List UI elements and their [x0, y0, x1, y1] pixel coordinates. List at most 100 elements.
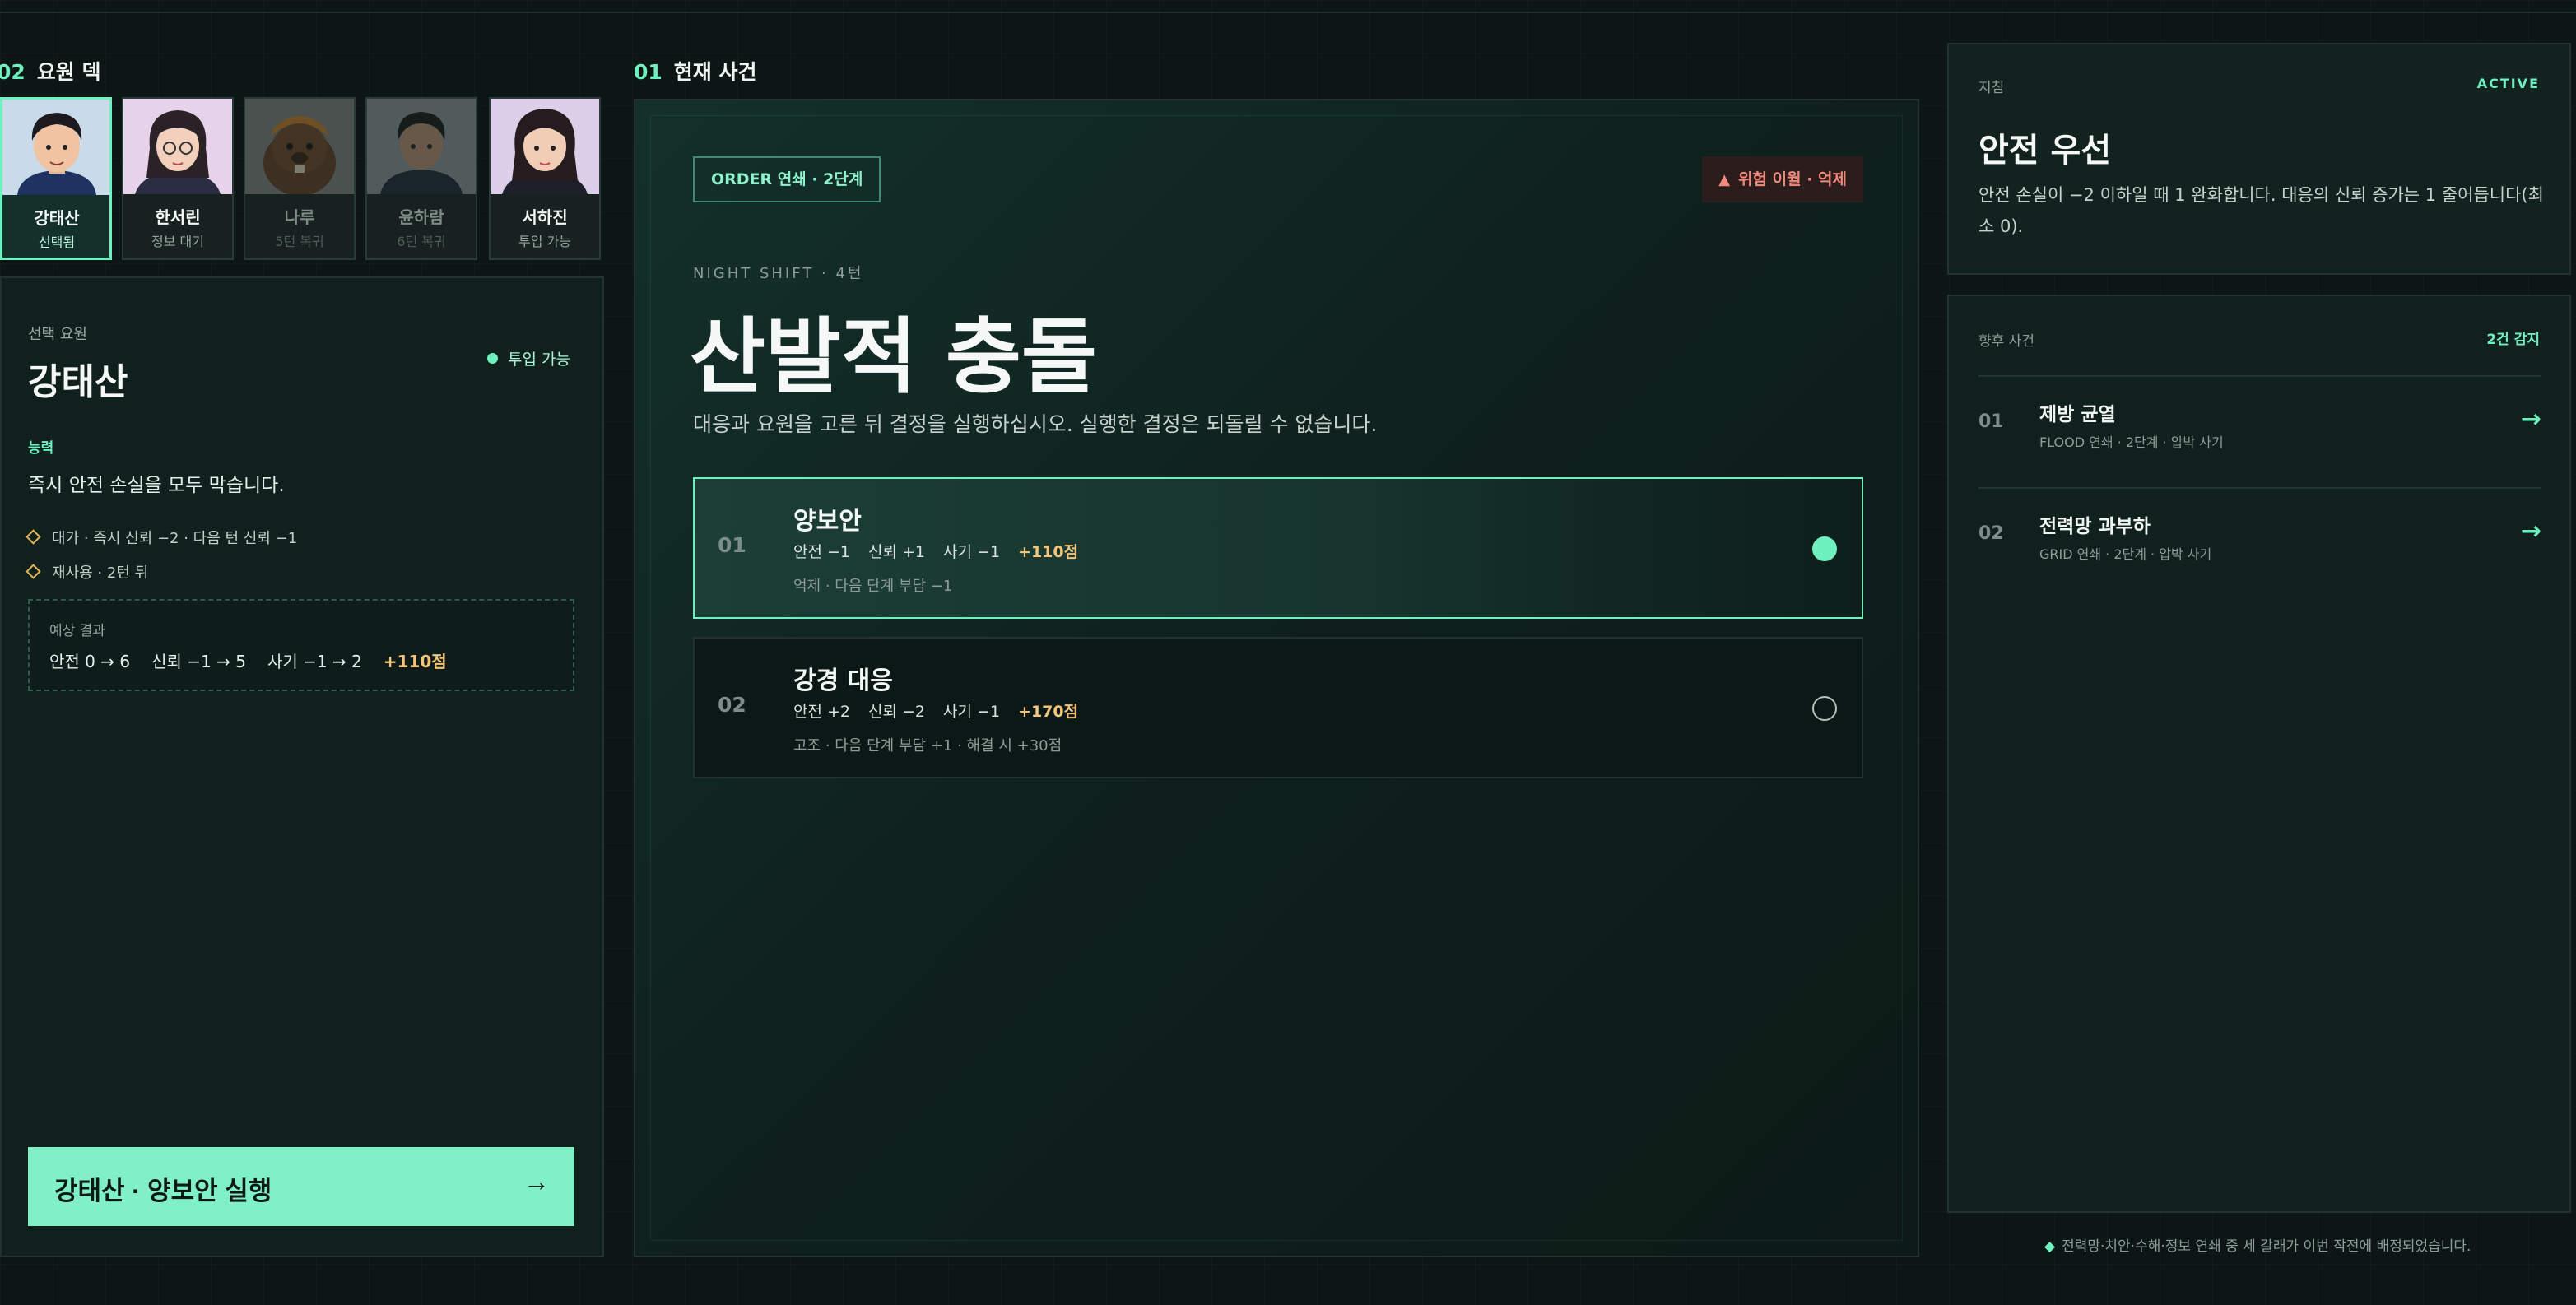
- agent-status: 선택됨: [38, 235, 76, 250]
- selected-agent-name: 강태산: [28, 361, 128, 403]
- expected-morale: 사기 −1 → 2: [267, 652, 362, 671]
- agent-card-yunharam[interactable]: 윤하람 6턴 복귀: [365, 97, 477, 260]
- option-number: 02: [718, 693, 746, 717]
- directive-title: 안전 우선: [1978, 132, 2112, 170]
- ability-reuse: 재사용 · 2턴 뒤: [26, 561, 149, 583]
- availability-text: 투입 가능: [508, 351, 570, 369]
- option-note: 고조 · 다음 단계 부담 +1 · 해결 시 +30점: [793, 737, 1062, 755]
- expected-safety: 안전 0 → 6: [49, 652, 131, 671]
- shift-turn-label: NIGHT SHIFT · 4턴: [693, 265, 864, 282]
- incident-header: 01 현재 사건: [634, 56, 757, 86]
- agent-card-naru[interactable]: 나루 5턴 복귀: [244, 97, 356, 260]
- agent-name: 윤하람: [398, 207, 444, 227]
- incident-description: 대응과 요원을 고른 뒤 결정을 실행하십시오. 실행한 결정은 되돌릴 수 없…: [693, 412, 1378, 436]
- execute-decision-button[interactable]: 강태산 · 양보안 실행 →: [28, 1147, 574, 1226]
- agent-card-kangtaesan[interactable]: 강태산 선택됨: [0, 97, 112, 260]
- ability-description: 즉시 안전 손실을 모두 막습니다.: [28, 475, 285, 496]
- option-number: 01: [718, 533, 746, 557]
- future-item-name: 전력망 과부하: [2039, 516, 2151, 537]
- selected-agent-label: 선택 요원: [28, 326, 87, 343]
- agent-availability: 투입 가능: [487, 347, 570, 369]
- option-stats: 안전 −1 신뢰 +1 사기 −1 +110점: [793, 540, 1096, 562]
- current-incident-panel: ORDER 연쇄 · 2단계 ▲ 위험 이월 · 억제 NIGHT SHIFT ·…: [634, 99, 1919, 1257]
- order-chain-tag: ORDER 연쇄 · 2단계: [693, 156, 881, 202]
- agent-name: 서하진: [522, 207, 568, 227]
- option-stat: 사기 −1: [943, 543, 1001, 561]
- incident-section-title: 현재 사건: [673, 60, 757, 84]
- warning-triangle-icon: ▲: [1718, 171, 1731, 188]
- diamond-icon: ◆: [2044, 1238, 2056, 1255]
- diamond-icon: [26, 564, 41, 579]
- future-label: 향후 사건: [1978, 333, 2034, 350]
- incident-section-num: 01: [634, 60, 663, 84]
- footnote-text: 전력망·치안·수해·정보 연쇄 중 세 갈래가 이번 작전에 배정되었습니다.: [2062, 1238, 2471, 1255]
- reuse-text: 재사용 · 2턴 뒤: [52, 564, 149, 582]
- agent-portrait: [245, 99, 354, 194]
- option-points: +170점: [1018, 703, 1079, 721]
- arrow-right-icon: →: [523, 1167, 550, 1196]
- agent-detail-panel: 선택 요원 강태산 투입 가능 능력 즉시 안전 손실을 모두 막습니다. 대가…: [0, 276, 604, 1257]
- future-item-sub: GRID 연쇄 · 2단계 · 압박 사기: [2039, 546, 2212, 562]
- agent-name: 나루: [284, 207, 315, 227]
- expected-result-label: 예상 결과: [49, 623, 105, 639]
- option-note: 억제 · 다음 단계 부담 −1: [793, 578, 953, 595]
- risk-carryover-tag: ▲ 위험 이월 · 억제: [1702, 156, 1863, 202]
- option-name: 양보안: [793, 507, 862, 536]
- agent-portrait: [367, 99, 476, 194]
- option-stat: 사기 −1: [943, 703, 1001, 721]
- diamond-icon: [26, 529, 41, 545]
- agent-portrait: [491, 99, 599, 194]
- option-stat: 안전 +2: [793, 703, 851, 721]
- option-points: +110점: [1018, 543, 1079, 561]
- future-count: 2건 감지: [2486, 332, 2540, 348]
- future-item-sub: FLOOD 연쇄 · 2단계 · 압박 사기: [2039, 434, 2224, 450]
- incident-title: 산발적 충돌: [690, 309, 1097, 405]
- future-item-number: 02: [1978, 523, 2004, 544]
- agent-status: 5턴 복귀: [275, 234, 324, 249]
- option-stat: 안전 −1: [793, 543, 851, 561]
- status-dot-icon: [487, 353, 498, 364]
- execute-button-label: 강태산 · 양보안 실행: [54, 1177, 272, 1205]
- agent-status: 투입 가능: [518, 234, 571, 249]
- agent-name: 강태산: [34, 208, 80, 228]
- agent-status: 6턴 복귀: [397, 234, 446, 249]
- top-divider: [0, 12, 2576, 13]
- directive-text: 안전 손실이 −2 이하일 때 1 완화합니다. 대응의 신뢰 증가는 1 줄어…: [1978, 185, 2544, 236]
- future-incident-item[interactable]: 02 전력망 과부하 GRID 연쇄 · 2단계 · 압박 사기 →: [1978, 489, 2541, 599]
- option-stats: 안전 +2 신뢰 −2 사기 −1 +170점: [793, 699, 1096, 722]
- assignment-footnote: ◆ 전력망·치안·수해·정보 연쇄 중 세 갈래가 이번 작전에 배정되었습니다.: [2044, 1234, 2471, 1255]
- expected-trust: 신뢰 −1 → 5: [151, 652, 246, 671]
- agent-roster: 강태산 선택됨 한서린 정보 대기 나루 5턴 복귀 윤하람 6턴 복귀 서하진…: [0, 97, 604, 260]
- agent-card-hanseorin[interactable]: 한서린 정보 대기: [122, 97, 234, 260]
- future-incident-item[interactable]: 01 제방 균열 FLOOD 연쇄 · 2단계 · 압박 사기 →: [1978, 377, 2541, 487]
- roster-section-num: 02: [0, 60, 26, 84]
- directive-panel: 지침 ACTIVE 안전 우선 안전 손실이 −2 이하일 때 1 완화합니다.…: [1947, 43, 2571, 275]
- expected-points: +110점: [383, 652, 447, 671]
- agent-portrait: [123, 99, 232, 194]
- option-stat: 신뢰 +1: [868, 543, 926, 561]
- ability-cost: 대가 · 즉시 신뢰 −2 · 다음 턴 신뢰 −1: [26, 527, 298, 548]
- response-option-2[interactable]: 02 강경 대응 안전 +2 신뢰 −2 사기 −1 +170점 고조 · 다음 단계…: [693, 637, 1863, 778]
- arrow-right-icon[interactable]: →: [2521, 405, 2541, 434]
- directive-active-badge: ACTIVE: [2476, 76, 2540, 91]
- future-item-name: 제방 균열: [2039, 404, 2116, 425]
- radio-selected-icon[interactable]: [1812, 536, 1837, 561]
- expected-result-values: 안전 0 → 6 신뢰 −1 → 5 사기 −1 → 2 +110점: [49, 648, 468, 672]
- risk-text: 위험 이월 · 억제: [1738, 170, 1847, 188]
- agent-portrait: [2, 100, 109, 195]
- cost-text: 대가 · 즉시 신뢰 −2 · 다음 턴 신뢰 −1: [52, 530, 298, 547]
- option-name: 강경 대응: [793, 666, 893, 695]
- radio-unselected-icon[interactable]: [1812, 696, 1837, 721]
- ability-label: 능력: [28, 440, 54, 457]
- agent-name: 한서린: [155, 207, 201, 227]
- arrow-right-icon[interactable]: →: [2521, 517, 2541, 546]
- roster-section-title: 요원 덱: [36, 60, 101, 84]
- response-option-1[interactable]: 01 양보안 안전 −1 신뢰 +1 사기 −1 +110점 억제 · 다음 단계 부…: [693, 477, 1863, 619]
- roster-header: 02 요원 덱: [0, 56, 101, 86]
- agent-card-seohajin[interactable]: 서하진 투입 가능: [489, 97, 601, 260]
- agent-status: 정보 대기: [151, 234, 204, 249]
- future-item-number: 01: [1978, 411, 2004, 432]
- future-incidents-panel: 향후 사건 2건 감지 01 제방 균열 FLOOD 연쇄 · 2단계 · 압박…: [1947, 295, 2571, 1213]
- expected-result-box: 예상 결과 안전 0 → 6 신뢰 −1 → 5 사기 −1 → 2 +110점: [28, 599, 574, 691]
- directive-label: 지침: [1978, 80, 2005, 96]
